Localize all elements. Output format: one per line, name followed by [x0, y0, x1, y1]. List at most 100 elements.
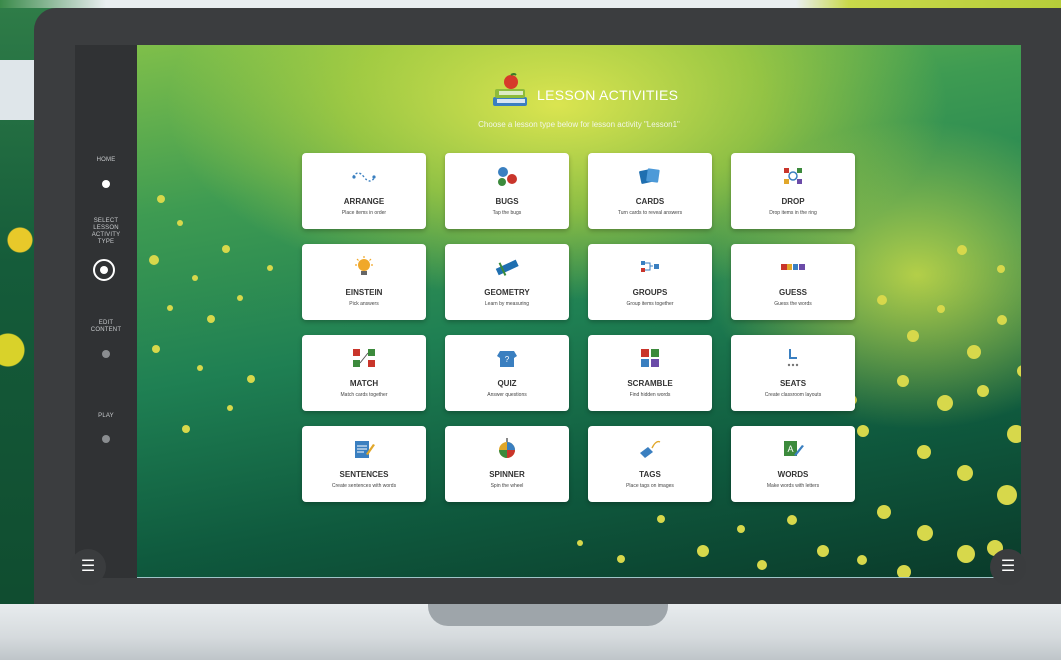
- decorative-dot: [917, 525, 933, 541]
- quiz-icon: ?: [495, 347, 519, 369]
- activity-description: Make words with letters: [766, 483, 820, 489]
- drop-icon: [781, 165, 805, 187]
- decorative-dot: [907, 330, 919, 342]
- decorative-dot: [917, 445, 931, 459]
- decorative-dot: [157, 195, 165, 203]
- books-apple-icon: [493, 73, 527, 106]
- activity-name: QUIZ: [497, 379, 517, 388]
- laptop-notch: [428, 604, 668, 626]
- activity-name: DROP: [781, 197, 805, 206]
- activity-card-sentences[interactable]: SENTENCES Create sentences with words: [302, 426, 426, 502]
- activity-description: Learn by measuring: [484, 301, 530, 307]
- activity-card-einstein[interactable]: EINSTEIN Pick answers: [302, 244, 426, 320]
- step-home-dot[interactable]: [102, 180, 110, 188]
- ruler-icon: [495, 256, 519, 278]
- step-label-edit-content: EDIT CONTENT: [90, 320, 122, 333]
- activity-card-arrange[interactable]: ARRANGE Place items in order: [302, 153, 426, 229]
- decorative-dot: [737, 525, 745, 533]
- groups-icon: [638, 256, 662, 278]
- activity-card-seats[interactable]: SEATS Create classroom layouts: [731, 335, 855, 411]
- decorative-dot: [997, 315, 1007, 325]
- activity-name: SENTENCES: [339, 470, 389, 479]
- decorative-dot: [1007, 425, 1021, 443]
- wizard-sidebar: HOME SELECT LESSON ACTIVITY TYPE EDIT CO…: [75, 45, 137, 578]
- decorative-dot: [657, 515, 665, 523]
- step-label-home: HOME: [96, 157, 116, 163]
- activity-description: Create classroom layouts: [764, 392, 822, 398]
- match-icon: [352, 347, 376, 369]
- decorative-dot: [757, 560, 767, 570]
- decorative-dot: [937, 305, 945, 313]
- page-subtitle: Choose a lesson type below for lesson ac…: [478, 120, 680, 129]
- decorative-dot: [167, 305, 173, 311]
- activity-name: SPINNER: [489, 470, 525, 479]
- activity-description: Find hidden words: [629, 392, 671, 398]
- activity-description: Match cards together: [340, 392, 388, 398]
- activity-card-quiz[interactable]: ? QUIZ Answer questions: [445, 335, 569, 411]
- decorative-dot: [877, 295, 887, 305]
- activity-name: SEATS: [779, 379, 807, 388]
- menu-button-left[interactable]: ☰: [70, 549, 106, 585]
- decorative-dot: [617, 555, 625, 563]
- decorative-dot: [267, 265, 273, 271]
- activity-name: EINSTEIN: [345, 288, 383, 297]
- decorative-dot: [957, 465, 973, 481]
- activity-description: Drop items in the ring: [769, 210, 817, 216]
- app-window: HOME SELECT LESSON ACTIVITY TYPE EDIT CO…: [75, 45, 1021, 578]
- decorative-dot: [817, 545, 829, 557]
- step-edit-content-dot[interactable]: [102, 350, 110, 358]
- app-bottom-border: [137, 577, 1021, 578]
- decorative-dot: [197, 365, 203, 371]
- svg-text:?: ?: [505, 355, 510, 364]
- activity-card-cards[interactable]: CARDS Turn cards to reveal answers: [588, 153, 712, 229]
- activity-card-groups[interactable]: GROUPS Group items together: [588, 244, 712, 320]
- activity-name: GROUPS: [632, 288, 668, 297]
- activity-description: Place tags on images: [626, 483, 674, 489]
- activity-card-guess[interactable]: GUESS Guess the words: [731, 244, 855, 320]
- activity-card-bugs[interactable]: BUGS Tap the bugs: [445, 153, 569, 229]
- decorative-dot: [177, 220, 183, 226]
- step-label-play: PLAY: [98, 413, 114, 419]
- activity-name: TAGS: [639, 470, 661, 479]
- decorative-dot: [247, 375, 255, 383]
- lightbulb-icon: [352, 256, 376, 278]
- activity-card-drop[interactable]: DROP Drop items in the ring: [731, 153, 855, 229]
- decorative-dot: [192, 275, 198, 281]
- decorative-dot: [957, 545, 975, 563]
- activity-card-tags[interactable]: TAGS Place tags on images: [588, 426, 712, 502]
- spinner-icon: [495, 438, 519, 460]
- sentences-icon: [352, 438, 376, 460]
- cards-icon: [638, 165, 662, 187]
- activity-card-match[interactable]: MATCH Match cards together: [302, 335, 426, 411]
- decorative-dot: [152, 345, 160, 353]
- words-icon: A: [781, 438, 805, 460]
- decorative-dot: [997, 485, 1017, 505]
- activity-name: WORDS: [777, 470, 809, 479]
- menu-button-right[interactable]: ☰: [990, 549, 1026, 585]
- arrange-icon: [352, 165, 376, 187]
- activity-name: GEOMETRY: [484, 288, 530, 297]
- decorative-dot: [207, 315, 215, 323]
- activity-card-words[interactable]: A WORDS Make words with letters: [731, 426, 855, 502]
- decorative-dot: [997, 265, 1005, 273]
- activity-card-geometry[interactable]: GEOMETRY Learn by measuring: [445, 244, 569, 320]
- decorative-dot: [957, 245, 967, 255]
- activity-description: Tap the bugs: [492, 210, 522, 216]
- step-select-type-current-indicator[interactable]: [93, 259, 115, 281]
- activity-name: BUGS: [495, 197, 519, 206]
- decorative-dot: [857, 425, 869, 437]
- seats-icon: [781, 347, 805, 369]
- activity-description: Group items together: [626, 301, 674, 307]
- activity-name: MATCH: [349, 379, 379, 388]
- activity-name: SCRAMBLE: [627, 379, 673, 388]
- decorative-dot: [967, 345, 981, 359]
- decorative-dot: [937, 395, 953, 411]
- decorative-dot: [222, 245, 230, 253]
- activity-description: Answer questions: [487, 392, 527, 398]
- decorative-dot: [577, 540, 583, 546]
- decorative-dot: [877, 505, 891, 519]
- activity-description: Turn cards to reveal answers: [617, 210, 683, 216]
- step-play-dot[interactable]: [102, 435, 110, 443]
- activity-card-spinner[interactable]: SPINNER Spin the wheel: [445, 426, 569, 502]
- activity-card-scramble[interactable]: SCRAMBLE Find hidden words: [588, 335, 712, 411]
